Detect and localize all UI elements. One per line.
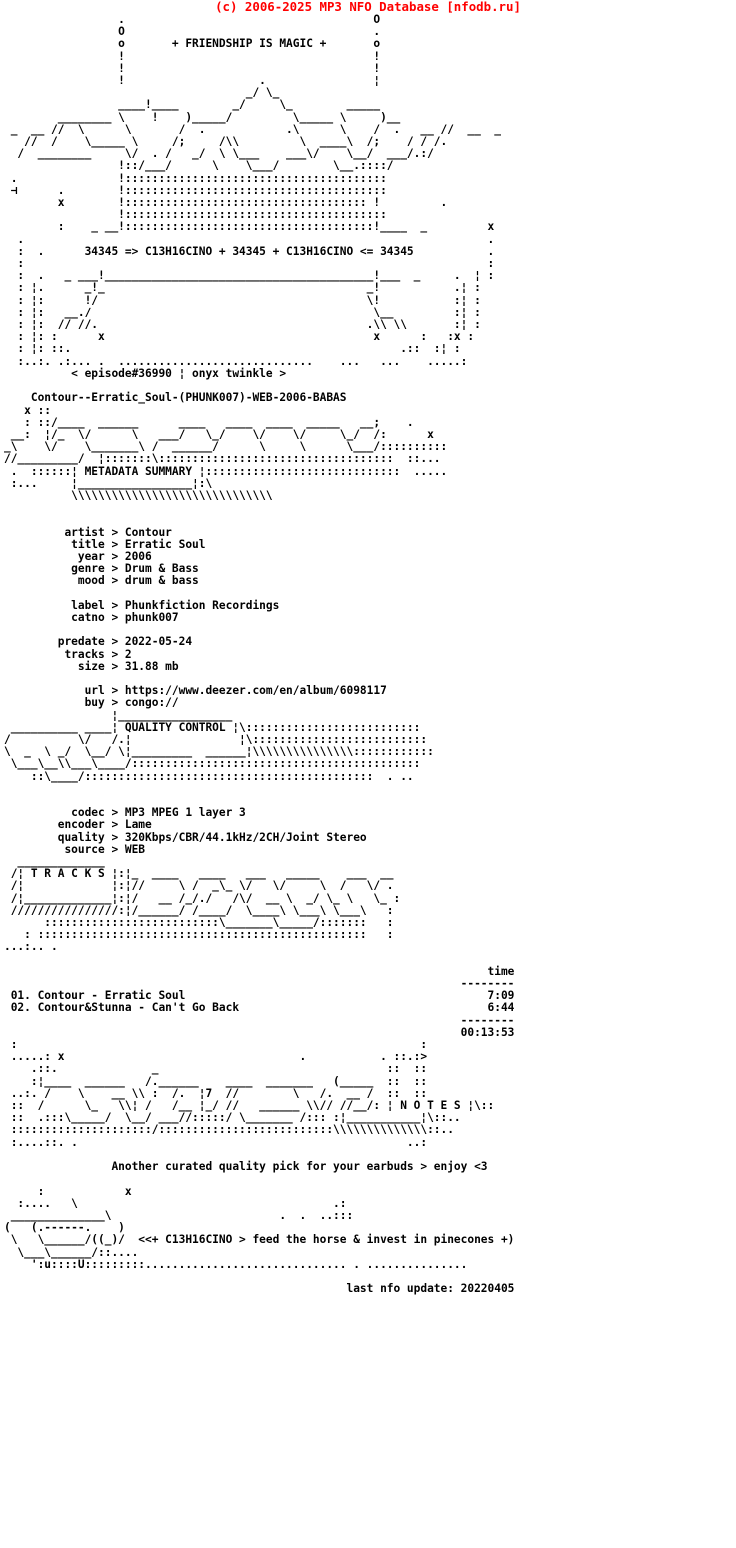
tracks-banner: _____________ /¦ T R A C K S ¦:¦_ ____ _… [4, 855, 401, 954]
tracklist: time -------- 01. Contour - Erratic Soul… [10, 964, 515, 1039]
quality-control-banner: ¦_________________ __________ ____¦ QUAL… [4, 708, 434, 783]
episode-line: < episode#36990 ¦ onyx twinkle > Contour… [30, 366, 347, 405]
quality-fields: codec > MP3 MPEG 1 layer 3 encoder > Lam… [57, 806, 367, 856]
notes-banner: : : .....: x . . ::.:> .::. _ :: :: :¦__… [10, 1038, 495, 1149]
top-ascii-banner: . O O . o + FRIENDSHIP IS MAGIC + o ! ! … [10, 13, 501, 368]
notes-text: Another curated quality pick for your ea… [111, 1160, 488, 1174]
metadata-fields: artist > Contour title > Erratic Soul ye… [57, 525, 387, 710]
metadata-summary-banner: x :: : ::/____ ______ ____ ____ ____ ___… [4, 403, 448, 502]
nfo-document: (c) 2006-2025 MP3 NFO Database [nfodb.ru… [0, 0, 736, 1295]
footer-art: : x :.... \ .: ______________\ . . ..:::… [4, 1184, 515, 1296]
copyright-header: (c) 2006-2025 MP3 NFO Database [nfodb.ru… [215, 0, 521, 14]
